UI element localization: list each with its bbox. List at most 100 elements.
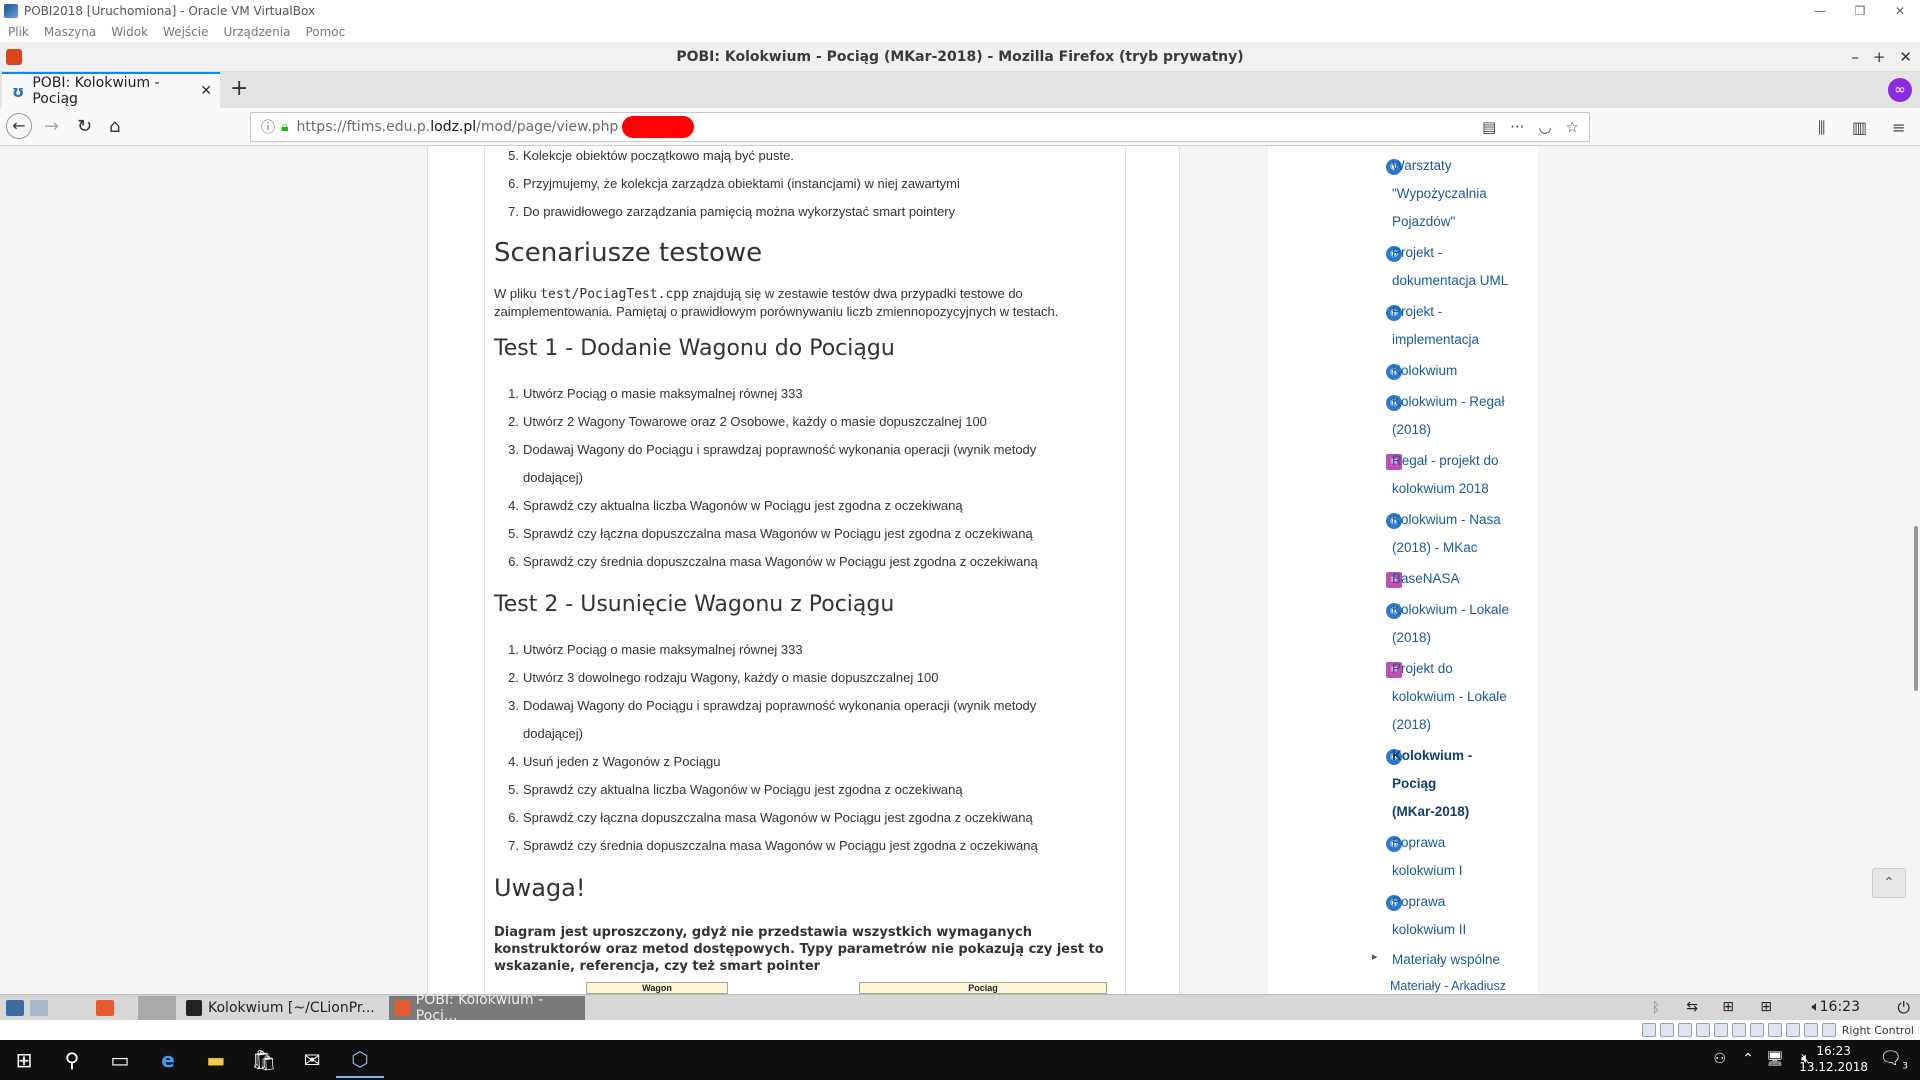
scroll-thumb[interactable] [1914,526,1918,691]
close-icon[interactable]: ✕ [1880,4,1920,18]
sidebar-item-link[interactable]: Projekt do [1392,655,1542,683]
tab-close-icon[interactable]: ✕ [200,83,212,99]
page-actions-icon[interactable]: ··· [1510,118,1524,136]
sidebar-item-link[interactable]: dokumentacja UML [1392,267,1542,295]
mouse-integration-icon[interactable] [1803,1023,1818,1037]
windows-clock[interactable]: 16:23 13.12.2018 [1799,1043,1868,1075]
list-item: 2. Utwórz 2 Wagony Towarowe oraz 2 Osobow… [508,414,987,429]
reader-view-icon[interactable]: ▤ [1482,118,1496,136]
usb-icon[interactable] [1713,1023,1728,1037]
task-view-icon[interactable]: ▭ [96,1048,144,1072]
tray-icon[interactable]: ⇆ [1686,999,1698,1015]
menu-urzadzenia[interactable]: Urządzenia [223,25,290,39]
menu-plik[interactable]: Plik [8,25,29,39]
sidebar-item-cut[interactable]: Materiały - Arkadiusz [1390,972,1540,994]
expand-arrow-icon[interactable]: ▸ [1372,950,1378,963]
search-icon[interactable]: ⚲ [48,1048,96,1072]
ff-maximize-icon[interactable]: + [1873,48,1886,66]
back-icon[interactable]: ← [6,113,32,139]
mail-icon[interactable]: ✉ [288,1048,336,1072]
new-tab-icon[interactable]: + [230,76,248,101]
sidebar-item-link[interactable]: Projekt - [1392,239,1542,267]
url-bar[interactable]: ⓘ 🔒︎ https://ftims.edu.p. lodz.pl/mod/pag… [250,112,1590,142]
reload-icon[interactable]: ↻ [77,116,92,137]
keyboard-icon[interactable] [1821,1023,1836,1037]
edge-icon[interactable]: e [144,1048,192,1072]
cpu-icon[interactable] [1785,1023,1800,1037]
home-icon[interactable]: ⌂ [109,116,120,137]
store-icon[interactable]: 🛍︎ [240,1048,288,1072]
network-icon[interactable]: ⊞ [1722,999,1734,1015]
sidebar-item-link[interactable]: Pojazdów" [1392,208,1542,236]
sidebar-item-link[interactable]: kolokwium - Lokale [1392,683,1542,711]
display-status-icon[interactable] [1749,1023,1764,1037]
sidebar-item-link[interactable]: Poprawa [1392,829,1542,857]
sidebar-item-link[interactable]: BaseNASA [1392,565,1542,593]
pocket-icon[interactable]: ◡ [1538,118,1551,136]
people-icon[interactable]: ⚇ [1713,1051,1726,1067]
sidebar-item-link[interactable]: Kolokwium - Lokale [1392,596,1542,624]
restore-icon[interactable]: ❐ [1840,4,1880,18]
optical-icon[interactable] [1659,1023,1674,1037]
menu-widok[interactable]: Widok [111,25,148,39]
power-icon[interactable]: ⏻ [1897,998,1910,1018]
scenarios-paragraph: W pliku test/PociagTest.cpp znajdują się… [494,286,1023,302]
sidebar-item-link[interactable]: Kolokwium - Regał [1392,388,1542,416]
tray-chevron-icon[interactable]: ⌃ [1742,1051,1754,1067]
sidebar-item-link[interactable]: kolokwium I [1392,857,1542,885]
code-filename: test/PociagTest.cpp [540,287,689,302]
file-explorer-icon[interactable]: ▬ [192,1048,240,1072]
sidebar-item-link[interactable]: (2018) [1392,624,1542,652]
forward-icon[interactable]: → [44,116,59,137]
library-icon[interactable]: ⫼ [1818,118,1825,138]
ff-close-icon[interactable]: ✕ [1899,48,1912,66]
sidebar-item-link[interactable]: implementacja [1392,326,1542,354]
sidebar-item-link[interactable]: (2018) [1392,416,1542,444]
hdd-icon[interactable] [1641,1023,1656,1037]
network-tray-icon[interactable]: 🖥︎ [1766,1051,1784,1067]
display-icon[interactable]: ⊞ [1760,999,1772,1015]
sidebar-item-link[interactable]: kolokwium II [1392,916,1542,944]
ff-minimize-icon[interactable]: – [1851,48,1859,66]
tab-active[interactable]: ʊ POBI: Kolokwium - Pociąg ✕ [2,72,220,108]
sidebar-item-link[interactable]: "Wypożyczalnia [1392,180,1542,208]
sidebar-item-link[interactable]: (2018) - MKac [1392,534,1542,562]
sidebar-toggle-icon[interactable]: ▥ [1852,118,1867,137]
task-clion[interactable]: Kolokwium [~/CLionPr... [180,996,381,1020]
minimize-icon[interactable]: — [1800,4,1840,18]
sidebar-item-link[interactable]: Kolokwium - [1392,742,1542,770]
hamburger-menu-icon[interactable]: ≡ [1892,118,1905,137]
back-to-top-button[interactable]: ⌃ [1872,868,1906,898]
guest-menu-icon[interactable] [0,996,60,1020]
shared-folder-icon[interactable] [1731,1023,1746,1037]
bookmark-star-icon[interactable]: ☆ [1566,118,1579,136]
sidebar-item-link[interactable]: Warsztaty [1392,152,1542,180]
sidebar-item-link[interactable]: Poprawa [1392,888,1542,916]
sidebar-section-materialy[interactable]: Materiały wspólne [1392,946,1542,974]
menu-maszyna[interactable]: Maszyna [44,25,96,39]
workspace-switcher[interactable] [138,995,176,1020]
heading-scenarios: Scenariusze testowe [494,238,763,268]
list-item: 6. Sprawdź czy łączna dopuszczalna masa W… [508,810,1033,825]
sidebar-item-link[interactable]: kolokwium 2018 [1392,475,1542,503]
sidebar-item-link[interactable]: Kolokwium - Nasa [1392,506,1542,534]
sidebar-item-link[interactable]: Projekt - [1392,298,1542,326]
sidebar-item-link[interactable]: (2018) [1392,711,1542,739]
task-firefox[interactable]: POBI: Kolokwium - Poci... [388,992,585,1024]
sidebar-item-link[interactable]: Regał - projekt do [1392,447,1542,475]
menu-pomoc[interactable]: Pomoc [305,25,345,39]
task-clion-label: Kolokwium [~/CLionPr... [208,999,375,1016]
sidebar-item-link[interactable]: (MKar-2018) [1392,798,1542,826]
virtualbox-taskbar-icon[interactable]: ⬡ [336,1040,384,1078]
bluetooth-icon[interactable]: ᛒ [1652,1000,1660,1016]
sidebar-item-link[interactable]: Pociąg [1392,770,1542,798]
audio-icon[interactable] [1677,1023,1692,1037]
action-center-icon[interactable]: 🗨︎3 [1879,1048,1908,1072]
menu-wejscie[interactable]: Wejście [163,25,208,39]
windows-start-icon[interactable]: ⊞ [0,1048,48,1072]
site-info-icon[interactable]: ⓘ [261,117,275,137]
sidebar-item-link[interactable]: Kolokwium [1392,357,1542,385]
network-status-icon[interactable] [1695,1023,1710,1037]
video-capture-icon[interactable] [1767,1023,1782,1037]
firefox-launcher-icon[interactable] [90,996,126,1020]
